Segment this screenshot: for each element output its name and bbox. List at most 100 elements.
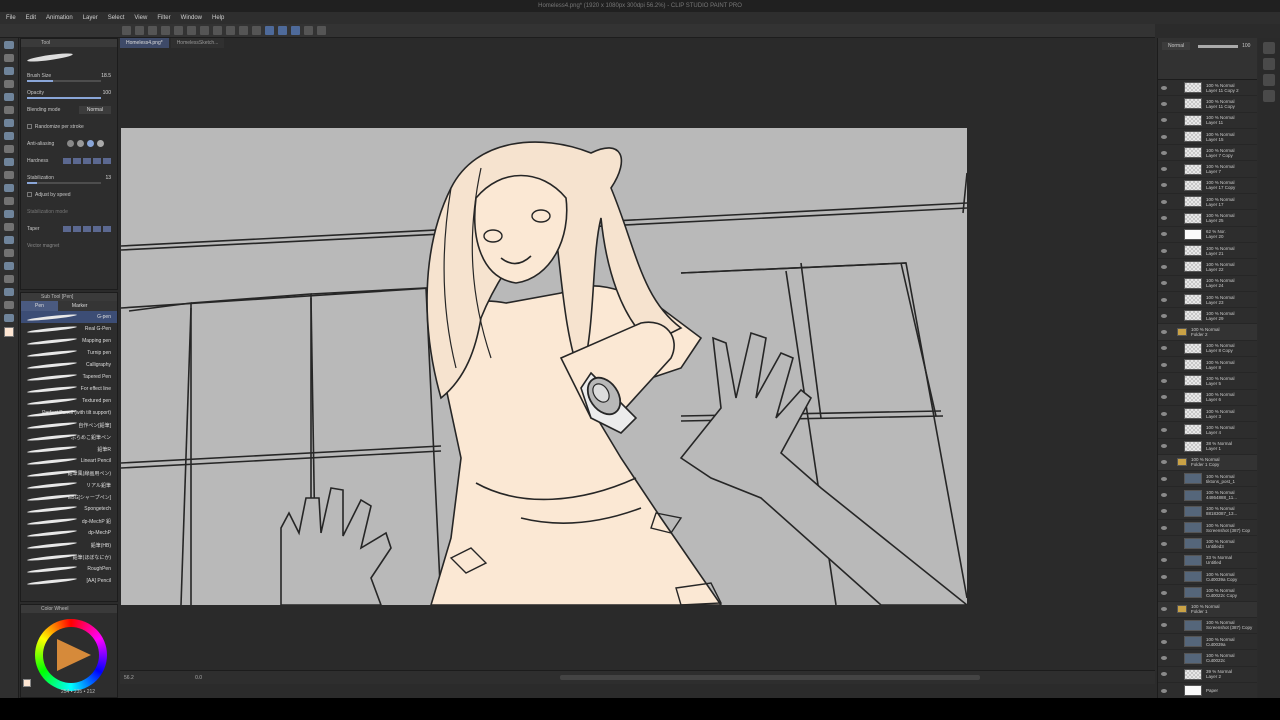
- eye-icon[interactable]: [1161, 493, 1167, 498]
- eye-icon[interactable]: [1161, 378, 1167, 383]
- layer-row[interactable]: 100 % Normal 88183087_13...: [1158, 504, 1257, 521]
- layer-row[interactable]: 39 % Normal Layer 2: [1158, 667, 1257, 683]
- eye-icon[interactable]: [1161, 248, 1167, 253]
- layer-folder-row[interactable]: 100 % Normal Folder 2: [1158, 324, 1257, 341]
- deselect-icon[interactable]: [239, 26, 248, 35]
- ruler-tool-icon[interactable]: [4, 275, 14, 283]
- eye-icon[interactable]: [1161, 199, 1167, 204]
- layer-row[interactable]: 100 % Normal Screenshot (387) Copy: [1158, 618, 1257, 635]
- eye-icon[interactable]: [1161, 672, 1167, 677]
- clear-icon[interactable]: [213, 26, 222, 35]
- opacity-row[interactable]: Opacity 100: [21, 84, 117, 101]
- brush-item[interactable]: Turnip pen: [21, 347, 117, 359]
- layer-row[interactable]: 100 % Normal Layer 11 Copy 2: [1158, 80, 1257, 97]
- eye-icon[interactable]: [1161, 525, 1167, 530]
- figure-tool-icon[interactable]: [4, 249, 14, 257]
- hardness-row[interactable]: Hardness: [21, 152, 117, 169]
- eye-icon[interactable]: [1161, 183, 1167, 188]
- layer-property-icon[interactable]: [1263, 58, 1275, 70]
- eye-icon[interactable]: [1161, 639, 1167, 644]
- doc-tab-active[interactable]: Homeless4.png*: [120, 38, 169, 48]
- eye-icon[interactable]: [1161, 330, 1167, 335]
- layer-row[interactable]: 100 % Normal Layer 4: [1158, 422, 1257, 439]
- layer-row[interactable]: 62 % Nor. Layer 20: [1158, 227, 1257, 243]
- eye-icon[interactable]: [1161, 623, 1167, 628]
- text-tool-icon[interactable]: [4, 288, 14, 296]
- gradient-tool-icon[interactable]: [4, 236, 14, 244]
- brush-item[interactable]: 自作ペン[鉛筆]: [21, 419, 117, 431]
- brush-item[interactable]: RoughPen: [21, 563, 117, 575]
- brush-item[interactable]: Perfect Pencil (with tilt support): [21, 407, 117, 419]
- history-icon[interactable]: [1263, 90, 1275, 102]
- brush-size-row[interactable]: Brush Size 18.5: [21, 67, 117, 84]
- layer-row[interactable]: 38 % Normal Layer 1: [1158, 439, 1257, 455]
- doc-tab-sketch[interactable]: HomelessSketch...: [170, 38, 225, 48]
- anti-aliasing-options[interactable]: [67, 140, 104, 147]
- eye-icon[interactable]: [1161, 607, 1167, 612]
- vector-magnet-row[interactable]: Vector magnet: [21, 237, 117, 254]
- adjust-by-speed-checkbox[interactable]: [27, 192, 32, 197]
- opacity-value[interactable]: 100: [103, 90, 111, 96]
- menu-select[interactable]: Select: [108, 15, 125, 21]
- eye-icon[interactable]: [1161, 541, 1167, 546]
- layer-row[interactable]: 100 % Normal tiktons_post_1: [1158, 471, 1257, 488]
- layer-opacity-slider[interactable]: [1198, 44, 1239, 48]
- companion-icon[interactable]: [317, 26, 326, 35]
- brush-item[interactable]: [AA] Pencil: [21, 575, 117, 587]
- transform-icon[interactable]: [226, 26, 235, 35]
- eye-icon[interactable]: [1161, 118, 1167, 123]
- main-color-chip[interactable]: [23, 679, 31, 687]
- menu-view[interactable]: View: [134, 15, 147, 21]
- eye-icon[interactable]: [1161, 444, 1167, 449]
- layer-row[interactable]: 100 % Normal Layer 6: [1158, 390, 1257, 406]
- eye-icon[interactable]: [1161, 411, 1167, 416]
- layer-row[interactable]: 100 % Normal Layer 7 Copy: [1158, 145, 1257, 162]
- drawing-canvas[interactable]: [121, 128, 967, 605]
- brush-item[interactable]: G-pen: [21, 311, 117, 323]
- main-color-swatch[interactable]: [4, 327, 14, 337]
- eye-icon[interactable]: [1161, 216, 1167, 221]
- menu-icon[interactable]: [122, 26, 131, 35]
- new-file-icon[interactable]: [135, 26, 144, 35]
- layer-row[interactable]: 100 % Normal Layer 11 Copy: [1158, 96, 1257, 113]
- brush-item[interactable]: EBG[シャープペン]: [21, 491, 117, 503]
- layer-row[interactable]: 100 % Normal Layer 23: [1158, 292, 1257, 309]
- layer-row[interactable]: 100 % Normal Untitled3: [1158, 536, 1257, 553]
- balloon-tool-icon[interactable]: [4, 301, 14, 309]
- taper-row[interactable]: Taper: [21, 220, 117, 237]
- stabilization-row[interactable]: Stabilization 13: [21, 169, 117, 186]
- menu-edit[interactable]: Edit: [26, 15, 36, 21]
- layer-row[interactable]: 100 % Normal Screenshot (387) Cop: [1158, 520, 1257, 537]
- layer-row[interactable]: 100 % Normal Cut0022c Copy: [1158, 585, 1257, 602]
- open-icon[interactable]: [148, 26, 157, 35]
- menu-layer[interactable]: Layer: [83, 15, 98, 21]
- save-icon[interactable]: [161, 26, 170, 35]
- eyedropper-tool-icon[interactable]: [4, 119, 14, 127]
- brush-item[interactable]: ぶらめこ鉛筆ペン: [21, 431, 117, 443]
- crop-icon[interactable]: [252, 26, 261, 35]
- layer-row[interactable]: 100 % Normal Cut0022c: [1158, 650, 1257, 667]
- decoration-tool-icon[interactable]: [4, 184, 14, 192]
- loading-icon[interactable]: [200, 26, 209, 35]
- layer-row[interactable]: Paper: [1158, 683, 1257, 700]
- layer-row[interactable]: 100 % Normal Layer 15: [1158, 129, 1257, 146]
- eye-icon[interactable]: [1161, 346, 1167, 351]
- layer-folder-row[interactable]: 100 % Normal Folder 1 Copy: [1158, 454, 1257, 472]
- brush-tool-icon[interactable]: [4, 158, 14, 166]
- layer-row[interactable]: 100 % Normal Cut0039a Copy: [1158, 569, 1257, 586]
- brush-item[interactable]: 鉛筆R: [21, 443, 117, 455]
- pencil-tool-icon[interactable]: [4, 145, 14, 153]
- stabilization-value[interactable]: 13: [105, 175, 111, 181]
- layer-row[interactable]: 100 % Normal Layer 3: [1158, 406, 1257, 423]
- blending-mode-row[interactable]: Blending mode Normal: [21, 101, 117, 118]
- frame-tool-icon[interactable]: [4, 262, 14, 270]
- material-icon[interactable]: [1263, 74, 1275, 86]
- menu-window[interactable]: Window: [181, 15, 202, 21]
- eye-icon[interactable]: [1161, 167, 1167, 172]
- layer-row[interactable]: 100 % Normal Layer 25: [1158, 210, 1257, 227]
- eye-icon[interactable]: [1161, 590, 1167, 595]
- eye-icon[interactable]: [1161, 656, 1167, 661]
- auto-select-tool-icon[interactable]: [4, 106, 14, 114]
- layer-row[interactable]: 100 % Normal Layer 24: [1158, 276, 1257, 292]
- hue-ring[interactable]: [35, 619, 107, 691]
